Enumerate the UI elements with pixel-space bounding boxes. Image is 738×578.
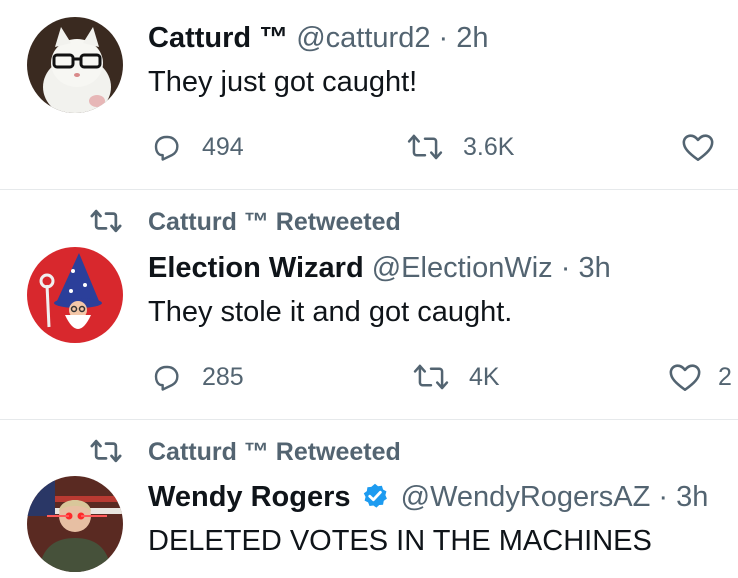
avatar-wendy-rogers[interactable] (27, 476, 123, 572)
tweet-time[interactable]: 2h (456, 22, 488, 54)
like-button[interactable] (681, 130, 715, 164)
author-handle[interactable]: @WendyRogersAZ (401, 481, 651, 513)
author-name[interactable]: Wendy Rogers (148, 481, 351, 513)
separator-dot: · (560, 252, 571, 284)
verified-badge-icon (361, 482, 389, 519)
tweet-1-header: Catturd ™ @catturd2 · 2h (148, 20, 489, 56)
author-name[interactable]: Election Wizard (148, 252, 364, 284)
like-count: 2 (718, 362, 732, 391)
tweet-text: They stole it and got caught. (148, 296, 513, 328)
tweet-divider (0, 189, 738, 190)
reply-icon (150, 131, 182, 163)
author-handle[interactable]: @ElectionWiz (372, 252, 553, 284)
like-button[interactable]: 2 (668, 360, 732, 394)
author-name[interactable]: Catturd ™ (148, 22, 288, 54)
tweet-2-header: Election Wizard @ElectionWiz · 3h (148, 250, 611, 286)
retweet-button[interactable]: 3.6K (407, 130, 514, 164)
retweet-count: 4K (469, 362, 500, 391)
reply-count: 285 (202, 362, 244, 391)
retweeted-by-label[interactable]: Catturd ™ Retweeted (148, 437, 401, 467)
retweet-icon (407, 131, 443, 163)
separator-dot: · (658, 481, 669, 513)
tweet-time[interactable]: 3h (676, 481, 708, 513)
heart-icon (681, 131, 715, 163)
tweet-text: They just got caught! (148, 66, 418, 98)
tweet-3-header: Wendy Rogers @WendyRogersAZ · 3h (148, 479, 708, 519)
tweet-text: DELETED VOTES IN THE MACHINES (148, 525, 652, 557)
tweet-divider (0, 419, 738, 420)
retweet-icon (413, 361, 449, 393)
retweet-button[interactable]: 4K (413, 360, 500, 394)
heart-icon (668, 361, 702, 393)
tweet-time[interactable]: 3h (578, 252, 610, 284)
retweet-icon (90, 437, 122, 470)
reply-count: 494 (202, 132, 244, 161)
avatar-catturd[interactable] (27, 17, 123, 113)
reply-icon (150, 361, 182, 393)
separator-dot: · (438, 22, 449, 54)
reply-button[interactable]: 494 (150, 130, 244, 164)
retweet-icon (90, 207, 122, 240)
author-handle[interactable]: @catturd2 (296, 22, 430, 54)
retweet-count: 3.6K (463, 132, 515, 161)
retweeted-by-label[interactable]: Catturd ™ Retweeted (148, 207, 401, 237)
avatar-election-wizard[interactable] (27, 247, 123, 343)
reply-button[interactable]: 285 (150, 360, 244, 394)
